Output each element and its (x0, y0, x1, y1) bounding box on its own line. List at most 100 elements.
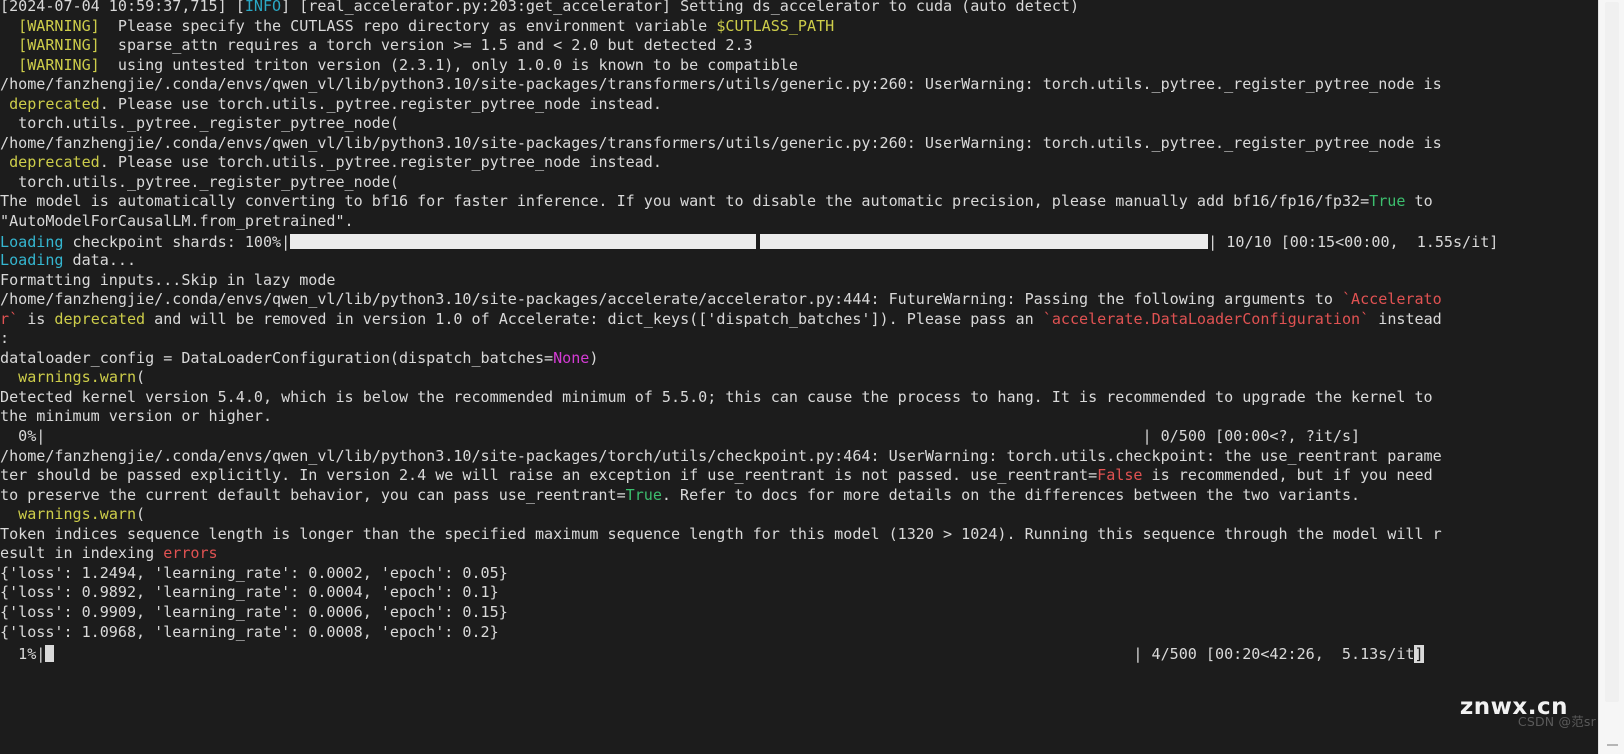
terminal-span (0, 56, 18, 74)
terminal-span: is recommended, but if you need (1142, 466, 1433, 485)
vertical-scrollbar-track[interactable] (1598, 0, 1624, 754)
terminal-span: torch.utils._pytree._register_pytree_nod… (0, 172, 399, 191)
terminal-span: [WARNING] (18, 36, 100, 55)
terminal-screen[interactable]: [2024-07-04 10:59:37,715] [INFO] [real_a… (0, 0, 1598, 702)
terminal-line: /home/fanzhengjie/.conda/envs/qwen_vl/li… (0, 290, 1598, 310)
vertical-scrollbar-thumb[interactable] (1605, 2, 1619, 702)
progress-bar-fill-2 (760, 233, 1209, 249)
terminal-span: errors (163, 544, 218, 563)
terminal-line: warnings.warn( (0, 368, 1598, 388)
terminal-cursor (45, 645, 55, 663)
terminal-span: instead (1369, 309, 1442, 328)
terminal-line: dataloader_config = DataLoaderConfigurat… (0, 349, 1598, 369)
terminal-line: warnings.warn( (0, 505, 1598, 525)
terminal-span (0, 368, 18, 386)
terminal-cursor-end: ] (1414, 645, 1424, 664)
terminal-line: : (0, 329, 1598, 349)
terminal-span: warnings.warn (18, 368, 137, 387)
terminal-span (0, 36, 18, 54)
terminal-output-text: [2024-07-04 10:59:37,715] [INFO] [real_a… (0, 0, 1598, 664)
terminal-line: {'loss': 0.9892, 'learning_rate': 0.0004… (0, 583, 1598, 603)
terminal-window: [2024-07-04 10:59:37,715] [INFO] [real_a… (0, 0, 1624, 754)
terminal-span: Formatting inputs...Skip in lazy mode (0, 270, 336, 289)
terminal-line: {'loss': 0.9909, 'learning_rate': 0.0006… (0, 603, 1598, 623)
progress-suffix: | 4/500 [00:20<42:26, 5.13s/it (1133, 645, 1415, 664)
terminal-span: Token indices sequence length is longer … (0, 524, 1442, 543)
terminal-line: /home/fanzhengjie/.conda/envs/qwen_vl/li… (0, 75, 1598, 95)
scrollbar-down-arrow-icon[interactable] (1607, 744, 1618, 746)
terminal-span (0, 505, 18, 523)
terminal-span: sparse_attn requires a torch version >= … (99, 36, 753, 55)
terminal-span: . Please use torch.utils._pytree.registe… (99, 94, 662, 113)
terminal-span: /home/fanzhengjie/.conda/envs/qwen_vl/li… (0, 446, 1442, 465)
terminal-span: $CUTLASS_PATH (716, 16, 835, 35)
terminal-span: deprecated (9, 94, 100, 113)
watermark-secondary: CSDN @范sr (1517, 714, 1596, 729)
terminal-line: esult in indexing errors (0, 544, 1598, 564)
terminal-span: deprecated (54, 309, 146, 328)
terminal-span: {'loss': 1.2494, 'learning_rate': 0.0002… (0, 563, 508, 582)
terminal-span: /home/fanzhengjie/.conda/envs/qwen_vl/li… (0, 133, 1442, 152)
terminal-span: ter should be passed explicitly. In vers… (0, 466, 1098, 485)
terminal-bottom-padding (0, 702, 1598, 754)
terminal-line: {'loss': 1.2494, 'learning_rate': 0.0002… (0, 564, 1598, 584)
terminal-span: ] [real_accelerator.py:203:get_accelerat… (281, 0, 1080, 15)
progress-bar-fill (290, 233, 757, 249)
terminal-span: deprecated (9, 153, 100, 172)
terminal-line: torch.utils._pytree._register_pytree_nod… (0, 173, 1598, 193)
terminal-span: . Refer to docs for more details on the … (661, 485, 1361, 504)
terminal-span: warnings.warn (18, 505, 137, 524)
terminal-line: /home/fanzhengjie/.conda/envs/qwen_vl/li… (0, 447, 1598, 467)
progress-suffix: | 0/500 [00:00<?, ?it/s] (1142, 427, 1361, 446)
terminal-span: "AutoModelForCausalLM.from_pretrained". (0, 212, 354, 231)
terminal-span: `accelerate.DataLoaderConfiguration` (1042, 309, 1370, 328)
terminal-line: [WARNING] sparse_attn requires a torch v… (0, 36, 1598, 56)
terminal-span: Please specify the CUTLASS repo director… (99, 16, 717, 35)
terminal-line: 1%| | 4/500 [00:20<42:26, 5.13s/it] (0, 642, 1598, 664)
terminal-span: to (1405, 192, 1433, 211)
progress-label: Loading (0, 232, 64, 251)
terminal-line: to preserve the current default behavior… (0, 486, 1598, 506)
terminal-line: [WARNING] using untested triton version … (0, 56, 1598, 76)
terminal-span: using untested triton version (2.3.1), o… (99, 55, 798, 74)
terminal-span: {'loss': 0.9892, 'learning_rate': 0.0004… (0, 583, 499, 602)
terminal-line: Token indices sequence length is longer … (0, 525, 1598, 545)
terminal-line: /home/fanzhengjie/.conda/envs/qwen_vl/li… (0, 134, 1598, 154)
progress-prefix: checkpoint shards: 100%| (63, 232, 291, 251)
terminal-span: /home/fanzhengjie/.conda/envs/qwen_vl/li… (0, 75, 1442, 94)
terminal-span (0, 153, 9, 171)
terminal-span: True (1369, 192, 1406, 211)
terminal-span: r` (0, 309, 19, 328)
progress-suffix: | 10/10 [00:15<00:00, 1.55s/it] (1208, 232, 1499, 251)
terminal-span: [2024-07-04 10:59:37,715] [ (0, 0, 245, 15)
terminal-line: Detected kernel version 5.4.0, which is … (0, 388, 1598, 408)
terminal-line: {'loss': 1.0968, 'learning_rate': 0.0008… (0, 623, 1598, 643)
terminal-span: {'loss': 1.0968, 'learning_rate': 0.0008… (0, 622, 499, 641)
terminal-line: r` is deprecated and will be removed in … (0, 310, 1598, 330)
terminal-line: deprecated. Please use torch.utils._pytr… (0, 95, 1598, 115)
terminal-line: the minimum version or higher. (0, 407, 1598, 427)
terminal-span: to preserve the current default behavior… (0, 485, 626, 504)
progress-prefix: 1%| (0, 645, 46, 664)
terminal-span: : (0, 329, 10, 348)
progress-bar-empty (45, 427, 1142, 445)
terminal-span: . Please use torch.utils._pytree.registe… (99, 153, 662, 172)
terminal-span: data... (63, 251, 137, 270)
terminal-line: The model is automatically converting to… (0, 192, 1598, 212)
terminal-span: esult in indexing (0, 544, 164, 563)
terminal-span: /home/fanzhengjie/.conda/envs/qwen_vl/li… (0, 290, 1342, 309)
terminal-span: Loading (0, 251, 64, 270)
terminal-span: ) (589, 348, 599, 367)
terminal-span: False (1097, 466, 1143, 485)
terminal-line: Loading data... (0, 251, 1598, 271)
terminal-span: ( (136, 368, 146, 387)
terminal-line: "AutoModelForCausalLM.from_pretrained". (0, 212, 1598, 232)
progress-bar-empty (54, 645, 1133, 663)
terminal-line: [2024-07-04 10:59:37,715] [INFO] [real_a… (0, 0, 1598, 17)
terminal-span (0, 95, 9, 113)
terminal-span: the minimum version or higher. (0, 407, 273, 426)
terminal-span: Detected kernel version 5.4.0, which is … (0, 387, 1433, 406)
terminal-span: is (18, 309, 55, 328)
terminal-line: deprecated. Please use torch.utils._pytr… (0, 153, 1598, 173)
terminal-span: {'loss': 0.9909, 'learning_rate': 0.0006… (0, 602, 508, 621)
